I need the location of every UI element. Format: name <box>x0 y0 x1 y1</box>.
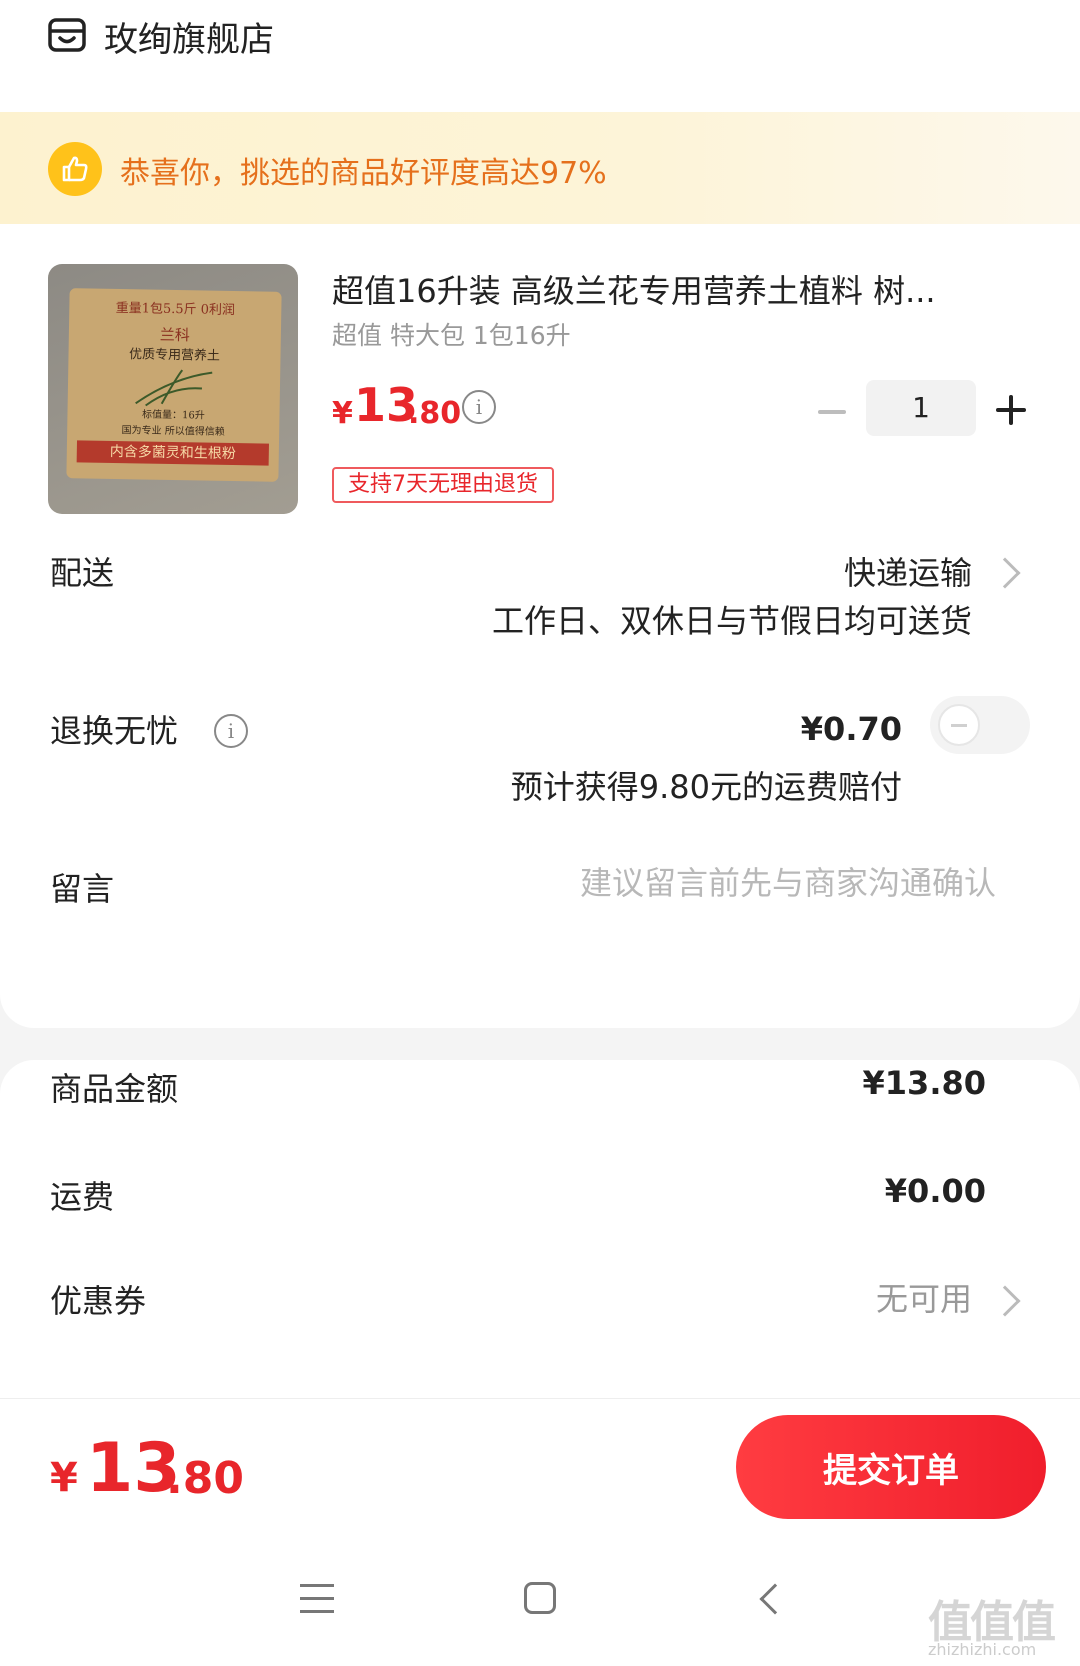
price-decimal: .80 <box>408 396 462 431</box>
goods-amount-value: ¥13.80 <box>862 1064 986 1102</box>
message-input[interactable] <box>436 864 996 902</box>
product-image[interactable]: 重量1包5.5斤 0利润 兰科 优质专用营养土 标值量：16升 国为专业 所以值… <box>48 264 298 514</box>
coupon-chevron-icon[interactable] <box>989 1285 1021 1317</box>
shipping-label: 运费 <box>50 1178 115 1216</box>
price-info-icon[interactable]: i <box>462 390 496 424</box>
store-header[interactable]: 玫绚旗舰店 <box>0 0 1080 112</box>
system-nav-bar: 值值值 zhizhizhi.com <box>0 1536 1080 1666</box>
total-decimal: .80 <box>166 1453 244 1504</box>
coupon-label: 优惠券 <box>50 1282 147 1320</box>
quantity-decrease-button[interactable] <box>812 392 852 432</box>
praise-banner: 恭喜你，挑选的商品好评度高达97% <box>0 112 1080 224</box>
exchange-compensation: 预计获得9.80元的运费赔付 <box>510 768 902 806</box>
exchange-label: 退换无忧 <box>50 712 179 750</box>
delivery-schedule: 工作日、双休日与节假日均可送货 <box>491 602 972 640</box>
message-label: 留言 <box>50 870 115 908</box>
coupon-value[interactable]: 无可用 <box>876 1274 972 1320</box>
price-summary-card: 商品金额 ¥13.80 运费 ¥0.00 优惠券 无可用 <box>0 1060 1080 1400</box>
delivery-label: 配送 <box>50 554 115 592</box>
home-icon[interactable] <box>524 1582 556 1614</box>
bag-text-weight: 重量1包5.5斤 0利润 <box>115 300 236 319</box>
watermark-url: zhizhizhi.com <box>928 1640 1037 1659</box>
order-card: 重量1包5.5斤 0利润 兰科 优质专用营养土 标值量：16升 国为专业 所以值… <box>0 224 1080 1028</box>
product-bag-picture: 重量1包5.5斤 0利润 兰科 优质专用营养土 标值量：16升 国为专业 所以值… <box>66 288 282 482</box>
thumbs-up-icon <box>48 142 102 196</box>
praise-text: 恭喜你，挑选的商品好评度高达97% <box>120 156 607 191</box>
delivery-chevron-icon[interactable] <box>989 557 1021 589</box>
orchid-leaf-icon <box>135 369 213 407</box>
product-title[interactable]: 超值16升装 高级兰花专用营养土植料 树... <box>332 266 1012 312</box>
bag-text-contents: 内含多菌灵和生根粉 <box>76 440 269 466</box>
price-currency: ¥ <box>332 396 353 431</box>
store-name: 玫绚旗舰店 <box>104 20 274 60</box>
toggle-knob <box>938 704 980 746</box>
bag-text-product: 优质专用营养土 <box>128 347 221 364</box>
total-currency: ¥ <box>50 1455 78 1501</box>
delivery-method[interactable]: 快递运输 <box>844 548 972 594</box>
return-policy-tag: 支持7天无理由退货 <box>332 467 554 503</box>
checkout-bar: ¥ 13 .80 提交订单 <box>0 1398 1080 1536</box>
shipping-value: ¥0.00 <box>884 1172 986 1210</box>
quantity-field[interactable]: 1 <box>866 380 976 436</box>
submit-order-button[interactable]: 提交订单 <box>736 1415 1046 1519</box>
store-icon <box>48 18 86 52</box>
exchange-info-icon[interactable]: i <box>214 714 248 748</box>
quantity-increase-button[interactable] <box>990 388 1034 432</box>
goods-amount-label: 商品金额 <box>50 1070 179 1108</box>
exchange-toggle[interactable] <box>930 696 1030 754</box>
exchange-price: ¥0.70 <box>800 710 902 748</box>
bag-text-slogan: 国为专业 所以值得信赖 <box>121 425 225 438</box>
back-icon[interactable] <box>759 1583 791 1615</box>
product-spec[interactable]: 超值 特大包 1包16升 <box>332 316 571 352</box>
menu-icon[interactable] <box>300 1584 334 1614</box>
